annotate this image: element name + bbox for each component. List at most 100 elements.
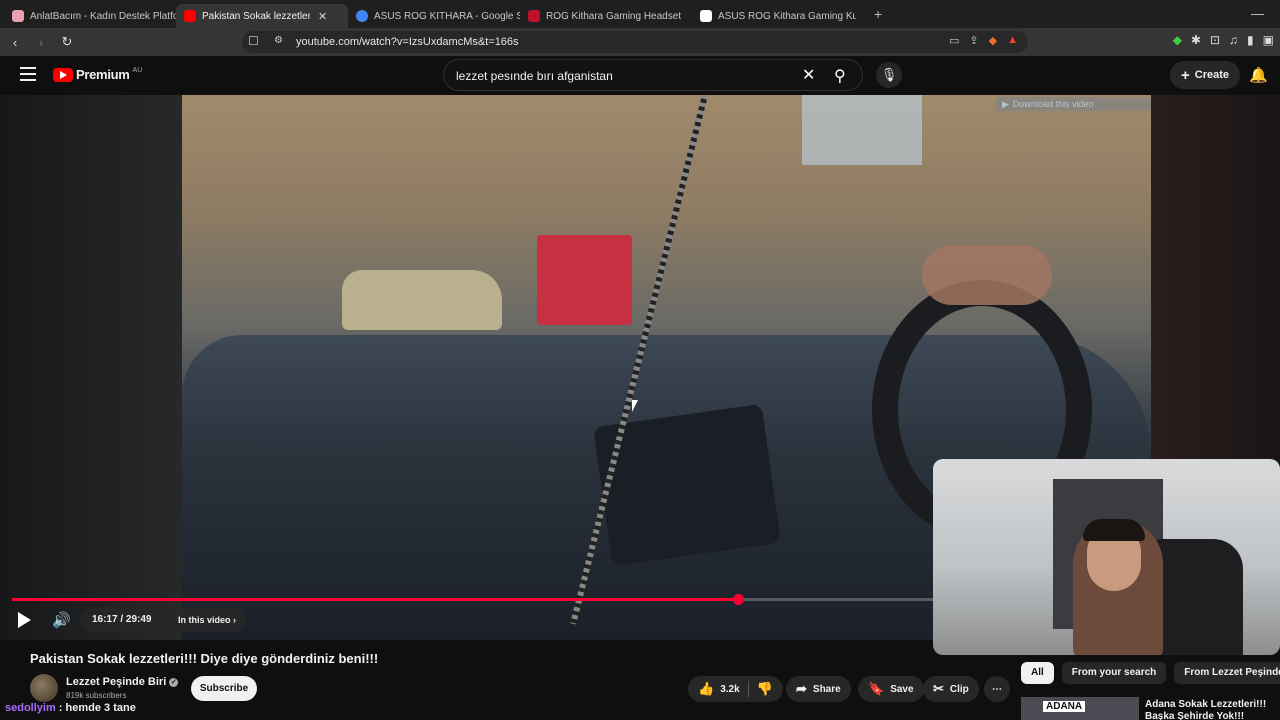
download-video-button[interactable]: ▶ Download this video [996, 97, 1151, 111]
plus-icon: + [1180, 66, 1190, 84]
asus-favicon-icon [700, 10, 712, 22]
address-bar[interactable]: ☐ ⚙ youtube.com/watch?v=IzsUxdamcMs&t=16… [242, 31, 1028, 53]
address-url[interactable]: youtube.com/watch?v=IzsUxdamcMs&t=166s [296, 36, 519, 48]
browser-tab-google-search[interactable]: ASUS ROG KITHARA - Google Search [348, 4, 520, 28]
bookmark-icon[interactable]: ☐ [248, 34, 259, 48]
ambient-left [0, 95, 182, 640]
search-box[interactable]: lezzet pesınde bırı afganistan ✕ ⚲ [443, 59, 863, 91]
subscriber-count: 819k subscribers [66, 691, 127, 700]
clip-label: Clip [949, 683, 969, 695]
create-button[interactable]: + Create [1170, 61, 1240, 89]
volume-icon[interactable]: 🔊 [52, 611, 71, 629]
download-label: Download this video [1012, 99, 1094, 109]
recommendation-thumbnail[interactable]: ADANA [1021, 697, 1139, 720]
youtube-header: Premium AU lezzet pesınde bırı afganista… [0, 56, 1280, 94]
browser-toolbar: ‹ › ↻ ☐ ⚙ youtube.com/watch?v=IzsUxdamcM… [0, 28, 1280, 56]
tab-title: ROG Kithara Gaming Headset | 3.5mm [546, 10, 684, 22]
thumbs-down-icon[interactable]: 👎 [757, 681, 773, 697]
extensions-area: ◆ ✱ ⊡ ♫ ▮ ▣ [1173, 33, 1274, 47]
rog-favicon-icon [528, 10, 540, 22]
screenshot-icon[interactable]: ⊡ [1210, 33, 1220, 47]
wallet-icon[interactable]: ▣ [1263, 33, 1274, 47]
back-icon[interactable]: ‹ [4, 35, 26, 50]
hamburger-menu-icon[interactable] [20, 67, 36, 81]
share-label: Share [812, 683, 841, 695]
browser-tab-rog-headset[interactable]: ROG Kithara Gaming Headset | 3.5mm [520, 4, 692, 28]
forward-icon[interactable]: › [30, 35, 52, 50]
share-page-icon[interactable]: ⇪ [969, 34, 978, 47]
channel-name-text[interactable]: Lezzet Peşinde Biri [66, 676, 166, 688]
extensions-icon[interactable]: ✱ [1191, 33, 1201, 47]
download-play-icon: ▶ [1002, 98, 1009, 109]
notifications-bell-icon[interactable]: 🔔 [1249, 66, 1268, 84]
youtube-play-logo-icon [53, 67, 73, 82]
youtube-premium-logo[interactable]: Premium AU [53, 67, 142, 82]
more-dots-icon: ⋯ [992, 683, 1002, 695]
brave-shield-icon[interactable]: ◆ [989, 34, 997, 47]
streamer-webcam [933, 459, 1280, 655]
stream-chat-message: sedollyim : hemde 3 tane [5, 702, 136, 714]
new-tab-button[interactable]: + [874, 6, 882, 22]
chat-text: : hemde 3 tane [55, 702, 136, 714]
google-favicon-icon [356, 10, 368, 22]
search-input[interactable]: lezzet pesınde bırı afganistan [456, 69, 613, 83]
like-count: 3.2k [720, 683, 740, 695]
video-car [342, 270, 502, 330]
scissors-icon: ✂ [933, 681, 944, 696]
tab-title: Pakistan Sokak lezzetleri!!! Di [202, 10, 310, 22]
mouse-cursor-icon [632, 400, 638, 412]
video-title: Pakistan Sokak lezzetleri!!! Diye diye g… [30, 651, 379, 666]
extension-green-icon[interactable]: ◆ [1173, 33, 1182, 47]
video-truck [537, 235, 632, 325]
clear-search-icon[interactable]: ✕ [802, 65, 815, 85]
subscribe-button[interactable]: Subscribe [191, 676, 257, 701]
youtube-favicon-icon [184, 10, 196, 22]
chapters-button[interactable]: In this video › [168, 608, 247, 632]
voice-search-mic-icon[interactable]: 🎙 [876, 62, 902, 88]
tab-close-icon[interactable]: ✕ [318, 10, 327, 23]
browser-tab-anlatbacim[interactable]: AnlatBacım - Kadın Destek Platformu [4, 4, 176, 28]
like-divider [747, 681, 749, 697]
time-display: 16:17 / 29:49 [80, 608, 164, 632]
sidebar-icon[interactable]: ▮ [1247, 33, 1254, 47]
chapters-label: In this video [178, 615, 231, 625]
like-button[interactable]: 👍 3.2k 👎 [688, 676, 783, 702]
tab-title: ASUS ROG KITHARA - Google Search [374, 10, 520, 22]
channel-avatar[interactable] [30, 674, 58, 702]
player-controls: 🔊 16:17 / 29:49 In this video › [0, 606, 900, 634]
thumbnail-label: ADANA [1043, 701, 1086, 712]
browser-tab-youtube[interactable]: Pakistan Sokak lezzetleri!!! Di ✕ [176, 4, 348, 28]
bookmark-save-icon: 🔖 [868, 681, 885, 696]
chevron-right-icon: › [233, 615, 237, 625]
cast-icon[interactable]: ▭ [949, 34, 959, 47]
share-button[interactable]: ➦ Share [786, 676, 851, 702]
create-label: Create [1194, 69, 1229, 81]
reload-icon[interactable]: ↻ [56, 34, 78, 50]
more-actions-button[interactable]: ⋯ [984, 676, 1010, 702]
thumbs-up-icon: 👍 [698, 681, 715, 696]
webcam-hair [1083, 519, 1145, 541]
save-button[interactable]: 🔖 Save [858, 676, 924, 702]
chip-from-your-search[interactable]: From your search [1061, 662, 1167, 684]
video-sky [802, 95, 922, 165]
chip-from-channel[interactable]: From Lezzet Peşinde B [1174, 662, 1280, 684]
chip-all[interactable]: All [1021, 662, 1054, 684]
scrubber-handle[interactable] [732, 594, 744, 605]
clip-button[interactable]: ✂ Clip [923, 676, 979, 702]
chat-username: sedollyim [5, 702, 56, 714]
tab-title: ASUS ROG Kithara Gaming Kulaklık - [718, 10, 856, 22]
media-icon[interactable]: ♫ [1229, 33, 1238, 47]
window-minimize-button[interactable]: — [1251, 6, 1264, 21]
recommendation-title[interactable]: Adana Sokak Lezzetleri!!! Başka Şehirde … [1145, 699, 1280, 720]
share-arrow-icon: ➦ [796, 681, 807, 696]
search-icon[interactable]: ⚲ [834, 66, 846, 86]
site-info-icon[interactable]: ⚙ [274, 35, 283, 46]
browser-tab-rog-kulaklik[interactable]: ASUS ROG Kithara Gaming Kulaklık - [692, 4, 864, 28]
save-label: Save [890, 683, 914, 695]
play-icon[interactable] [18, 612, 31, 628]
channel-name[interactable]: Lezzet Peşinde Biri ✓ [66, 676, 179, 688]
brave-rewards-icon[interactable]: ▲ [1007, 34, 1018, 47]
recommendation-filter-chips: All From your search From Lezzet Peşinde… [1021, 662, 1280, 684]
video-hand [922, 245, 1052, 305]
browser-tab-strip: AnlatBacım - Kadın Destek Platformu Paki… [0, 0, 1280, 28]
